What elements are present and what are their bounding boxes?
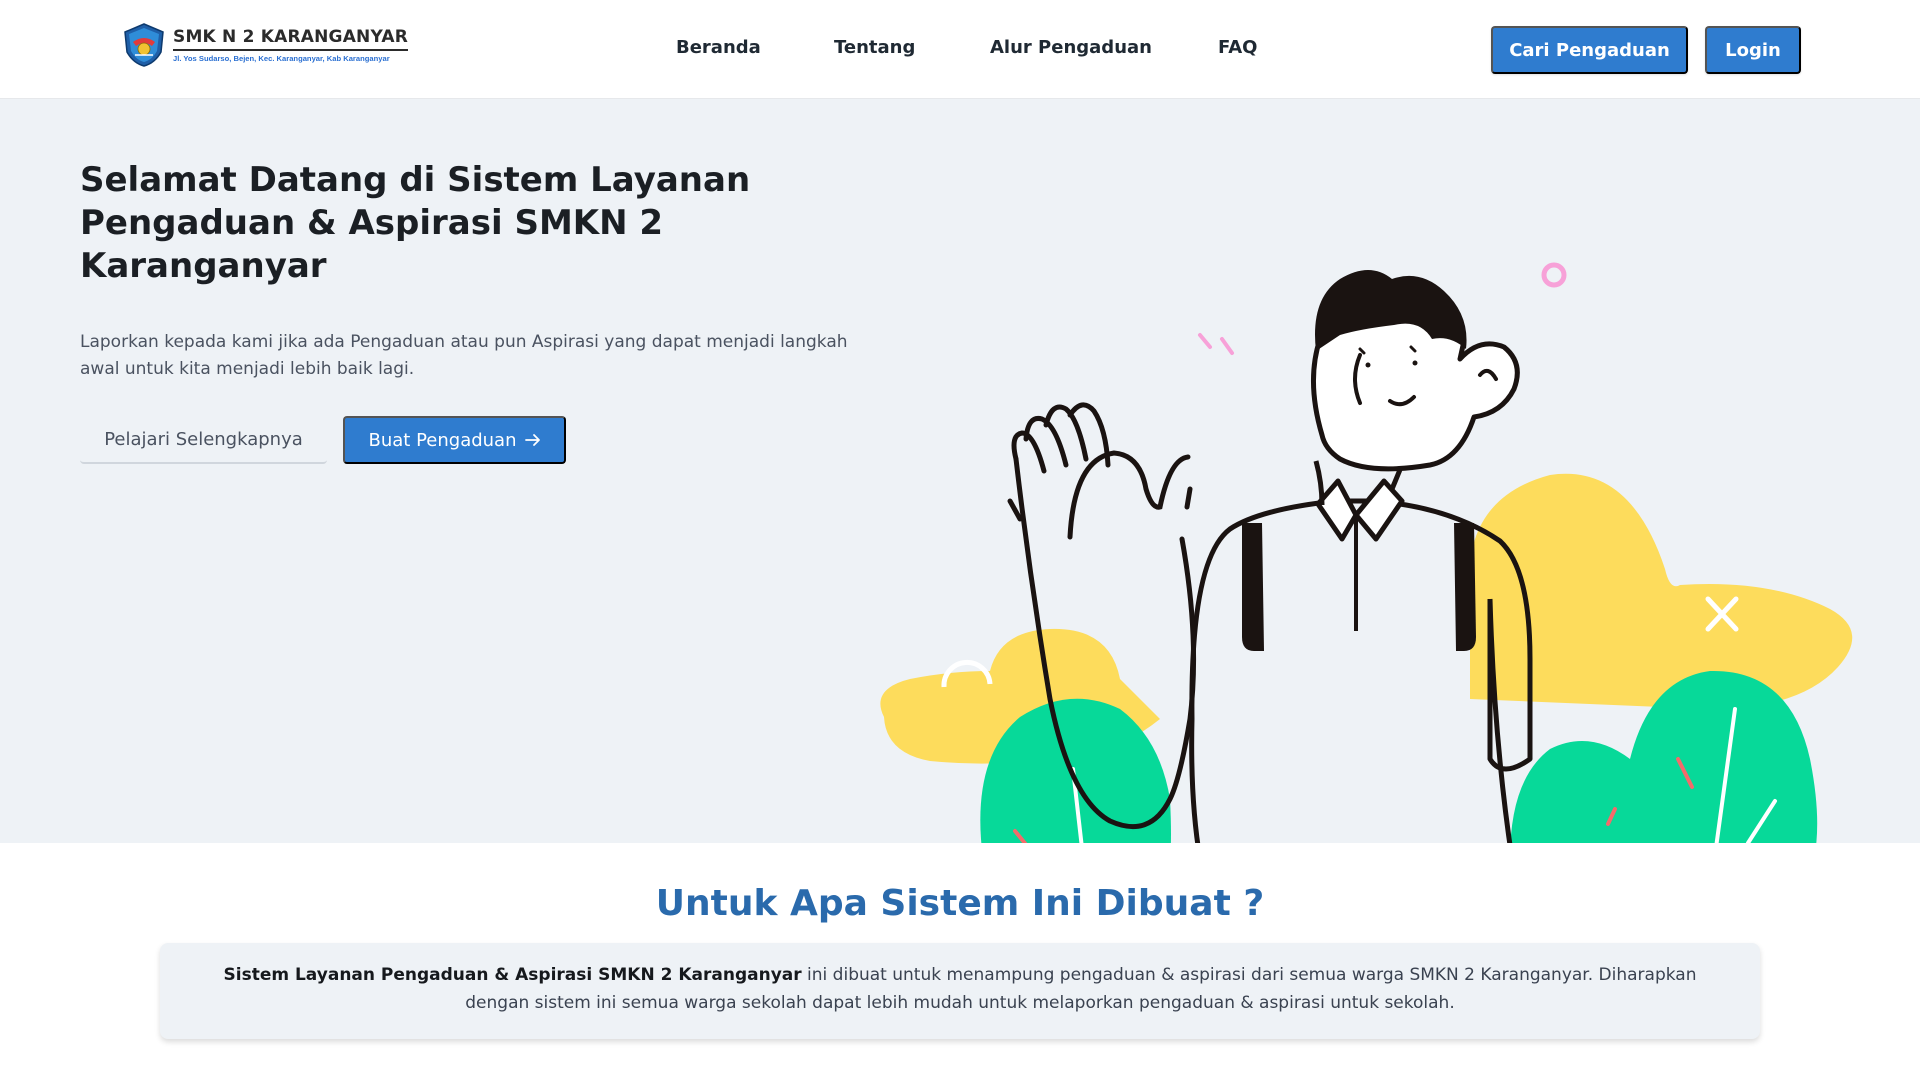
- nav-alur-pengaduan[interactable]: Alur Pengaduan: [990, 37, 1152, 58]
- login-button[interactable]: Login: [1705, 26, 1801, 74]
- waving-person-illustration: [880, 262, 1853, 860]
- hero-description: Laporkan kepada kami jika ada Pengaduan …: [80, 332, 848, 379]
- hero-section: Selamat Datang di Sistem Layanan Pengadu…: [0, 99, 1920, 860]
- search-complaint-button[interactable]: Cari Pengaduan: [1491, 26, 1688, 74]
- create-complaint-label: Buat Pengaduan: [368, 429, 517, 451]
- learn-more-button[interactable]: Pelajari Selengkapnya: [80, 416, 327, 464]
- about-card: Sistem Layanan Pengaduan & Aspirasi SMKN…: [160, 943, 1760, 1039]
- about-highlight: Sistem Layanan Pengaduan & Aspirasi SMKN…: [223, 965, 802, 985]
- hero-title: Selamat Datang di Sistem Layanan Pengadu…: [80, 160, 751, 286]
- learn-more-label: Pelajari Selengkapnya: [104, 428, 303, 450]
- arrow-right-icon: [524, 434, 540, 446]
- navbar: SMK N 2 KARANGANYAR Jl. Yos Sudarso, Bej…: [0, 0, 1920, 99]
- nav-beranda[interactable]: Beranda: [676, 37, 761, 58]
- nav-faq[interactable]: FAQ: [1218, 37, 1257, 58]
- create-complaint-button[interactable]: Buat Pengaduan: [343, 416, 566, 464]
- about-title: Untuk Apa Sistem Ini Dibuat ?: [655, 883, 1265, 924]
- about-section: Untuk Apa Sistem Ini Dibuat ? Sistem Lay…: [0, 843, 1920, 1080]
- nav-tentang[interactable]: Tentang: [834, 37, 915, 58]
